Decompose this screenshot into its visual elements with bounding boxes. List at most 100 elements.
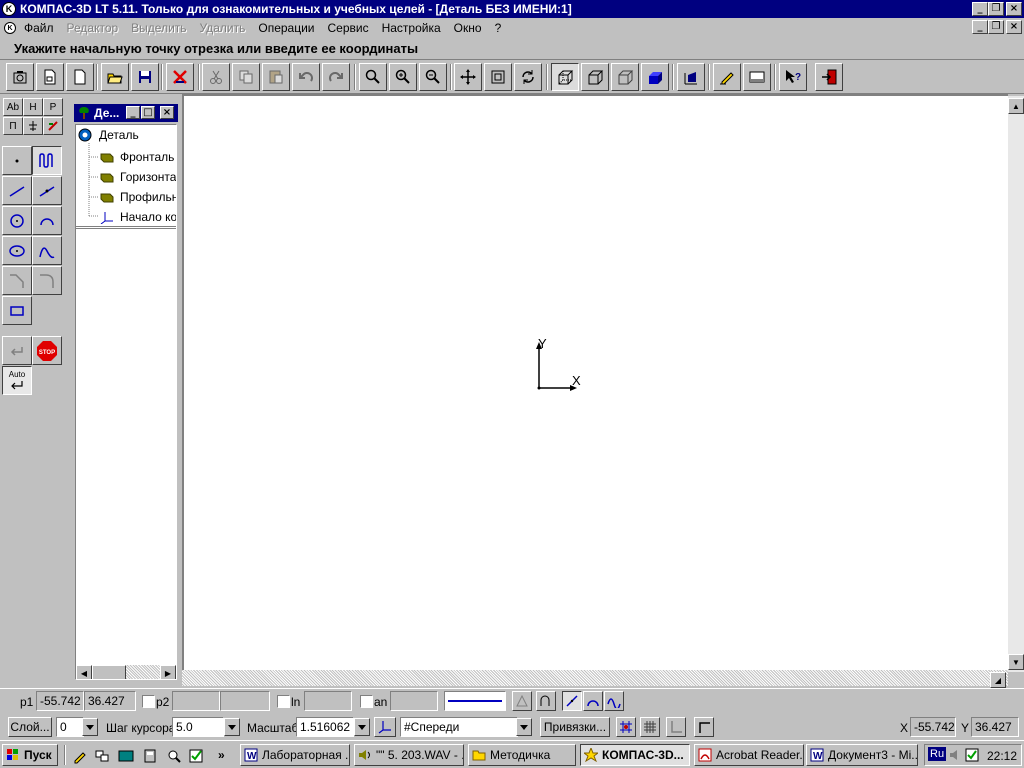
- task-word-doc3[interactable]: W Документ3 - Mi...: [806, 744, 918, 766]
- ellipse-tool-button[interactable]: [2, 236, 32, 265]
- properties-button[interactable]: [713, 63, 741, 91]
- panel-tab-dimensions[interactable]: Н: [23, 98, 43, 116]
- copy-button[interactable]: [232, 63, 260, 91]
- tree-scroll-thumb[interactable]: [92, 665, 126, 679]
- mode-arc-button[interactable]: [583, 691, 603, 711]
- tree-item-origin[interactable]: Начало ко: [100, 209, 176, 225]
- line-style-field[interactable]: [444, 691, 506, 711]
- task-wav-player[interactable]: "" 5. 203.WAV - ...: [354, 744, 464, 766]
- scale-value[interactable]: 1.516062: [296, 717, 354, 737]
- pan-button[interactable]: [454, 63, 482, 91]
- round-button[interactable]: [694, 717, 714, 737]
- cut-button[interactable]: [202, 63, 230, 91]
- new-part-button[interactable]: [36, 63, 64, 91]
- quicklaunch-network-icon[interactable]: [94, 748, 110, 764]
- menu-file[interactable]: Файл: [18, 21, 61, 35]
- menu-service[interactable]: Сервис: [322, 21, 376, 35]
- mode-line-button[interactable]: [562, 691, 582, 711]
- panel-tab-params[interactable]: П: [3, 117, 23, 135]
- zoom-window-button[interactable]: [359, 63, 387, 91]
- panel-tab-edit[interactable]: Р: [43, 98, 63, 116]
- doc-minimize-button[interactable]: _: [972, 20, 988, 34]
- tree-item-side-plane[interactable]: Профильн: [100, 189, 176, 205]
- task-folder-methodology[interactable]: Методичка: [468, 744, 576, 766]
- tree-minimize-button[interactable]: _: [126, 106, 140, 119]
- menu-operations[interactable]: Операции: [252, 21, 321, 35]
- an-field[interactable]: [390, 691, 438, 711]
- scroll-up-button[interactable]: ▲: [1008, 98, 1024, 114]
- context-help-button[interactable]: ?: [779, 63, 807, 91]
- rotate-button[interactable]: [514, 63, 542, 91]
- quicklaunch-calc-icon[interactable]: [142, 748, 158, 764]
- p1-y-field[interactable]: 36.427: [84, 691, 136, 711]
- scroll-down-button[interactable]: ▼: [1008, 654, 1024, 670]
- new-document-button[interactable]: [66, 63, 94, 91]
- view-icon-button[interactable]: [6, 63, 34, 91]
- doc-close-button[interactable]: ×: [1006, 20, 1022, 34]
- tree-scroll-right-button[interactable]: ▶: [160, 665, 176, 679]
- mode-wave-button[interactable]: [604, 691, 624, 711]
- tree-scroll-left-button[interactable]: ◀: [76, 665, 92, 679]
- fillet-tool-button[interactable]: [32, 266, 62, 295]
- tree-hscrollbar[interactable]: ◀ ▶: [76, 665, 176, 679]
- menu-help[interactable]: ?: [489, 21, 509, 35]
- menu-settings[interactable]: Настройка: [376, 21, 448, 35]
- delete-object-button[interactable]: [166, 63, 194, 91]
- segment-alt-tool-button[interactable]: [32, 176, 62, 205]
- arc-tool-button[interactable]: [32, 206, 62, 235]
- task-acrobat[interactable]: Acrobat Reader...: [694, 744, 804, 766]
- quicklaunch-search-icon[interactable]: [166, 748, 182, 764]
- document-icon[interactable]: K: [4, 22, 16, 34]
- quicklaunch-pencil-icon[interactable]: [72, 748, 88, 764]
- thin-lines-button[interactable]: [611, 63, 639, 91]
- view-value[interactable]: #Спереди: [400, 717, 518, 737]
- stop-button[interactable]: STOP: [32, 336, 62, 365]
- tree-close-button[interactable]: ×: [160, 106, 174, 119]
- menu-delete[interactable]: Удалить: [194, 21, 253, 35]
- panel-tab-select[interactable]: [43, 117, 63, 135]
- spline-tool-button[interactable]: [32, 146, 62, 175]
- snap-grid-button[interactable]: [616, 717, 636, 737]
- drawing-canvas[interactable]: Y X: [182, 94, 1008, 670]
- panel-tab-measure[interactable]: [23, 117, 43, 135]
- layer-value[interactable]: 0: [56, 717, 84, 737]
- step-dropdown[interactable]: [224, 718, 240, 736]
- snaps-button[interactable]: Привязки...: [540, 717, 610, 737]
- undo-button[interactable]: [292, 63, 320, 91]
- step-value[interactable]: 5.0: [172, 717, 224, 737]
- ln-checkbox[interactable]: [277, 695, 290, 708]
- an-checkbox[interactable]: [360, 695, 373, 708]
- quicklaunch-check-icon[interactable]: [188, 748, 204, 764]
- scale-dropdown[interactable]: [354, 718, 370, 736]
- minimize-button[interactable]: _: [972, 2, 988, 16]
- tray-check-icon[interactable]: [965, 748, 979, 762]
- segment-tool-button[interactable]: [2, 176, 32, 205]
- zoom-in-button[interactable]: [389, 63, 417, 91]
- menu-editor[interactable]: Редактор: [61, 21, 126, 35]
- menu-select[interactable]: Выделить: [125, 21, 193, 35]
- point-tool-button[interactable]: [2, 146, 32, 175]
- task-word-lab[interactable]: W Лабораторная ...: [240, 744, 350, 766]
- doc-restore-button[interactable]: ❐: [988, 20, 1004, 34]
- tree-root[interactable]: Деталь: [77, 127, 139, 143]
- orientation-button[interactable]: [374, 717, 396, 737]
- p2-x-field[interactable]: [172, 691, 220, 711]
- ortho-button[interactable]: [666, 717, 686, 737]
- panel-tab-geometry[interactable]: Аb: [3, 98, 23, 116]
- volume-icon[interactable]: [949, 748, 963, 762]
- task-kompas[interactable]: КОМПАС-3D...: [580, 744, 690, 766]
- create-object-button[interactable]: [2, 336, 32, 365]
- tree-item-front-plane[interactable]: Фронталь: [100, 149, 174, 165]
- circle-tool-button[interactable]: [2, 206, 32, 235]
- grid-button[interactable]: [640, 717, 660, 737]
- p1-x-field[interactable]: -55.742: [36, 691, 84, 711]
- layer-dropdown[interactable]: [82, 718, 98, 736]
- panel-toggle-button[interactable]: [743, 63, 771, 91]
- bezier-tool-button[interactable]: [32, 236, 62, 265]
- start-button[interactable]: Пуск: [2, 744, 58, 766]
- zoom-all-button[interactable]: [484, 63, 512, 91]
- canvas-hscrollbar[interactable]: [182, 670, 1008, 686]
- open-button[interactable]: [101, 63, 129, 91]
- view-dropdown[interactable]: [516, 718, 532, 736]
- redo-button[interactable]: [322, 63, 350, 91]
